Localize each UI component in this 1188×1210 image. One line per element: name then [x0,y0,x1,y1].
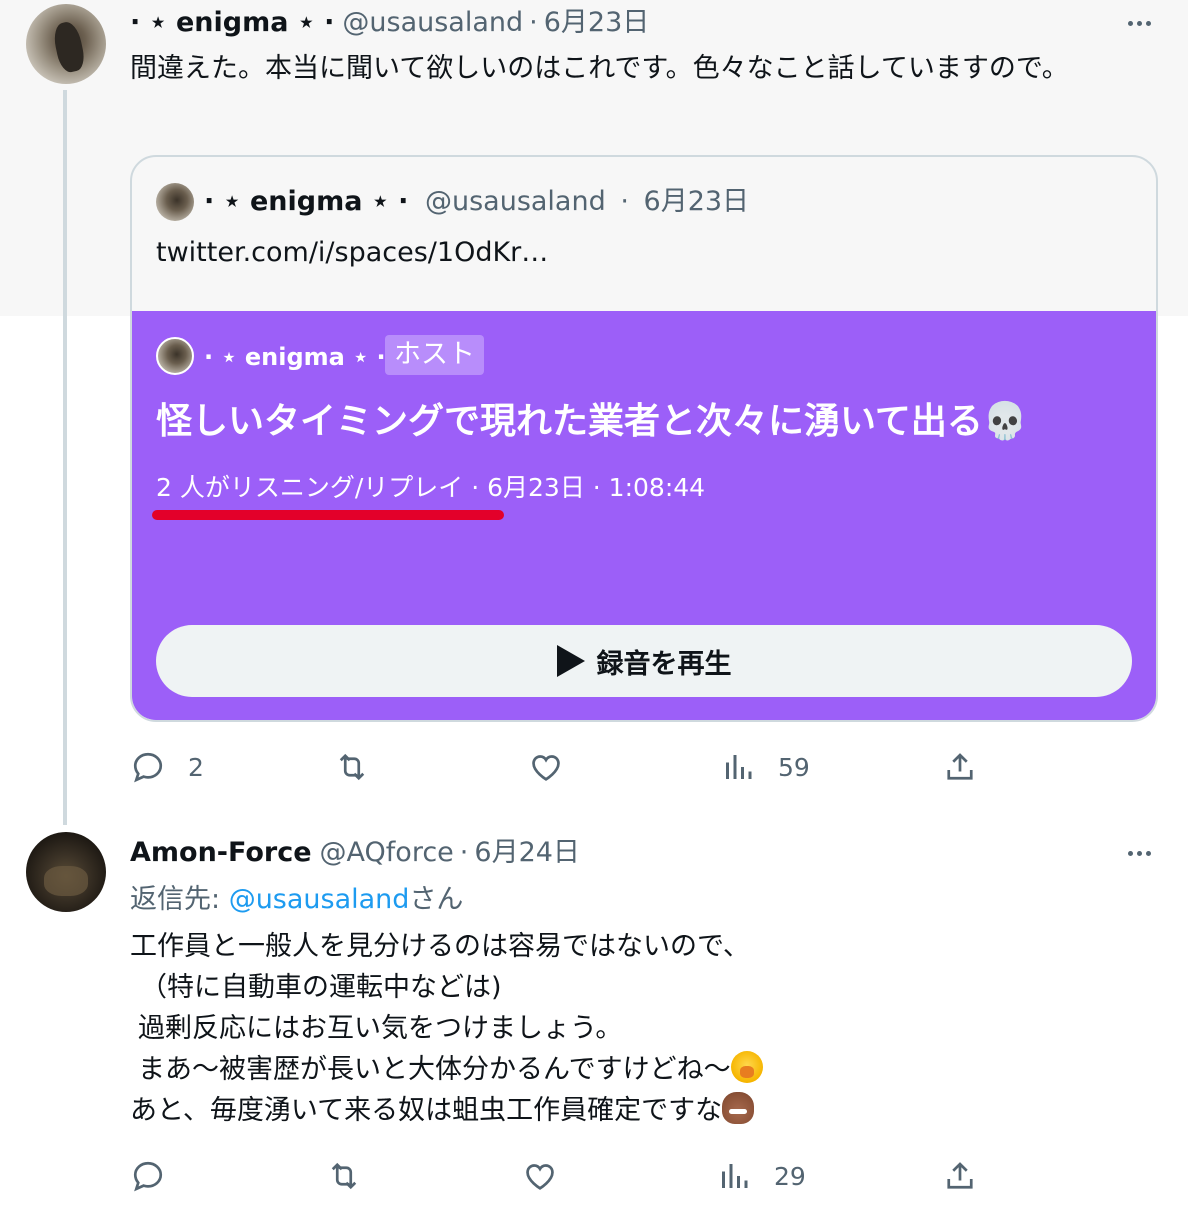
space-meta: 2 人がリスニング/リプレイ · 6月23日 · 1:08:44 [156,471,705,505]
share-icon [947,753,973,780]
tweet-line: 工作員と一般人を見分けるのは容易ではないので、 [130,931,750,962]
tweet-header: Amon-Force @AQforce · 6月24日 [130,836,580,870]
reply-prefix: 返信先: [130,884,229,915]
avatar[interactable] [26,4,106,84]
play-icon [556,645,585,677]
views-button[interactable]: 29 [716,1156,806,1196]
thread-connector [63,90,67,825]
reply-icon [133,752,163,783]
share-icon [947,1162,973,1189]
more-icon[interactable] [1122,6,1156,40]
views-icon [722,1164,748,1188]
retweet-icon [339,753,365,781]
space-date-duration: · 6月23日 · 1:08:44 [463,473,706,502]
reply-count: 2 [188,752,204,782]
share-button[interactable] [942,747,978,787]
tweet-text: 間違えた。本当に聞いて欲しいのはこれです。色々なこと話していますので。 [130,53,1069,84]
tweet-line: 過剰反応にはお互い気をつけましょう。 [138,1013,623,1044]
view-count: 29 [774,1161,806,1191]
tweet-line: （特に自動車の運転中などは) [140,972,502,1003]
heart-icon [532,755,560,781]
views-icon [726,755,752,779]
user-handle[interactable]: @usausaland [342,6,523,40]
views-button[interactable]: 59 [720,747,810,787]
display-name[interactable]: Amon-Force [130,836,312,870]
tweet-date[interactable]: 6月23日 [544,6,650,40]
quote-display-name: ⋅ ⋆ enigma ⋆ ⋅ [204,186,409,217]
quote-user-handle: @usausaland [424,186,606,217]
display-name[interactable]: ⋅ ⋆ enigma ⋆ ⋅ [130,6,334,40]
retweet-icon [331,1162,357,1190]
red-underline-annotation [152,510,504,520]
like-button[interactable] [528,747,586,787]
quote-date: 6月23日 [643,186,750,217]
space-host-name: ⋅ ⋆ enigma ⋆ ⋅ [204,343,386,371]
reply-button[interactable]: 2 [130,747,204,787]
separator: · [620,186,629,217]
tweet-line-with-emoji: まあ～被害歴が長いと大体分かるんですけどね～ [130,1049,1140,1090]
quote-tweet-card[interactable]: ⋅ ⋆ enigma ⋆ ⋅ @usausaland · 6月23日 twitt… [130,155,1158,722]
share-button[interactable] [942,1156,978,1196]
reply-icon [133,1161,163,1192]
tweet-text: 工作員と一般人を見分けるのは容易ではないので、 （特に自動車の運転中などは) 過剰反… [130,926,1140,1131]
retweet-button[interactable] [326,1156,384,1196]
tweet-actions: 2 59 [130,747,1030,787]
tweet-header: ⋅ ⋆ enigma ⋆ ⋅ @usausaland · 6月23日 [130,6,649,40]
tweet-line-with-emoji: あと、毎度湧いて来る奴は蛆虫工作員確定ですな [130,1090,1140,1131]
host-badge: ホスト [385,335,484,375]
quote-avatar [156,183,194,221]
user-handle[interactable]: @AQforce [320,836,454,870]
avatar[interactable] [26,832,106,912]
tweet-line: まあ～被害歴が長いと大体分かるんですけどね～ [138,1054,731,1085]
replying-to: 返信先: @usausalandさん [130,880,463,920]
tweet-line: あと、毎度湧いて来る奴は蛆虫工作員確定ですな [130,1095,723,1126]
separator: · [459,837,469,868]
retweet-button[interactable] [334,747,392,787]
more-icon[interactable] [1122,836,1156,870]
pile-of-poo-emoji [722,1092,755,1124]
quote-header: ⋅ ⋆ enigma ⋆ ⋅ @usausaland · 6月23日 [204,185,749,219]
tweet-actions: 29 [130,1156,1030,1196]
quote-link-text: twitter.com/i/spaces/1OdKr… [156,237,549,268]
play-recording-button[interactable]: 録音を再生 [156,625,1132,697]
tweet-date[interactable]: 6月24日 [474,836,580,870]
space-host-avatar [156,337,194,375]
separator: · [529,7,538,38]
reply-mention[interactable]: @usausaland [229,884,410,915]
reply-suffix: さん [409,884,464,915]
space-card[interactable]: ⋅ ⋆ enigma ⋆ ⋅ ホスト 怪しいタイミングで現れた業者と次々に湧いて… [132,311,1156,720]
space-title: 怪しいタイミングで現れた業者と次々に湧いて出る💀 [156,401,1028,442]
reply-button[interactable] [130,1156,188,1196]
like-button[interactable] [522,1156,580,1196]
space-listeners: 2 人がリスニング/リプレイ [156,473,464,502]
play-recording-label: 録音を再生 [596,648,732,680]
yawning-face-emoji [730,1051,763,1083]
heart-icon [526,1164,554,1190]
view-count: 59 [778,752,810,782]
